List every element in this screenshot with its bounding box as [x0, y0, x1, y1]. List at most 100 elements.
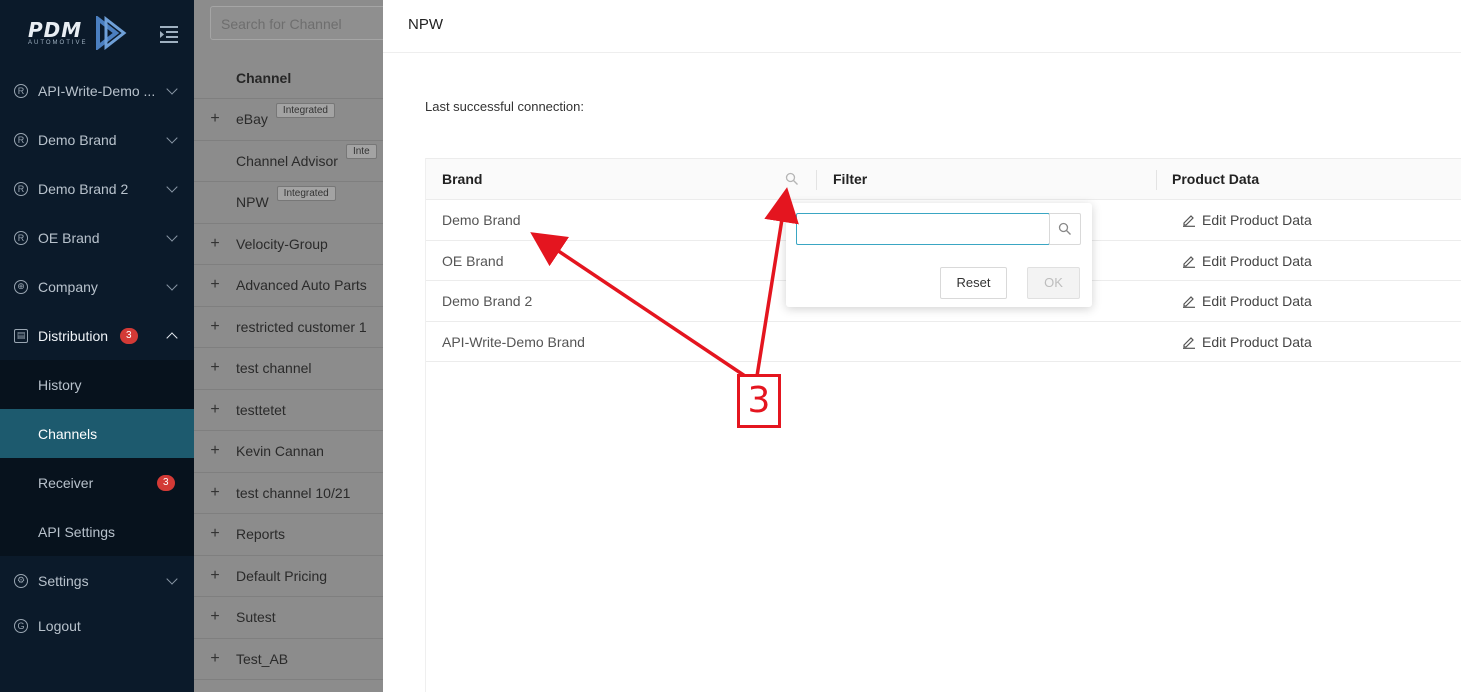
- edit-product-data-label: Edit Product Data: [1202, 293, 1312, 309]
- ok-button[interactable]: OK: [1027, 267, 1080, 299]
- edit-product-data-link[interactable]: Edit Product Data: [1182, 281, 1312, 321]
- channel-column-header: Channel: [194, 58, 383, 99]
- sidebar-subitem-api-settings[interactable]: API Settings: [0, 507, 194, 556]
- sidebar-item-oe-brand[interactable]: R OE Brand: [0, 213, 194, 262]
- expand-icon[interactable]: +: [194, 567, 236, 585]
- sidebar-item-company[interactable]: ⊕ Company: [0, 262, 194, 311]
- channel-row[interactable]: + test channel: [194, 348, 383, 390]
- channel-name: Channel Advisor: [236, 152, 338, 169]
- expand-icon[interactable]: +: [194, 318, 236, 336]
- expand-icon[interactable]: +: [194, 235, 236, 253]
- channel-list-panel: Search for Channel Channel + eBay Integrat…: [194, 0, 400, 692]
- edit-pencil-icon: [1183, 296, 1195, 308]
- sidebar-item-api-write-demo[interactable]: R API-Write-Demo ...: [0, 66, 194, 115]
- channel-row[interactable]: NPW Integrated: [194, 182, 383, 224]
- chevron-down-icon: [166, 573, 178, 585]
- expand-icon[interactable]: +: [194, 110, 236, 128]
- chevron-down-icon: [166, 181, 178, 193]
- logo: PDM AUTOMOTIVE: [28, 16, 128, 50]
- chevron-down-icon: [166, 230, 178, 242]
- channel-name: Reports: [236, 526, 286, 543]
- sidebar-subitem-label: Channels: [38, 425, 98, 442]
- brand-cell: Demo Brand: [442, 212, 521, 228]
- edit-product-data-link[interactable]: Edit Product Data: [1182, 200, 1312, 240]
- sidebar-item-logout[interactable]: G Logout: [0, 605, 194, 647]
- distribution-count-badge: 3: [120, 327, 138, 344]
- gear-icon: ⚙: [14, 573, 28, 588]
- channel-row[interactable]: + Default Pricing: [194, 556, 383, 597]
- globe-icon: ⊕: [14, 279, 28, 294]
- sidebar-item-label: Company: [38, 278, 98, 295]
- sidebar-item-distribution[interactable]: ▤ Distribution 3: [0, 311, 194, 360]
- brand-cell: Demo Brand 2: [442, 293, 533, 309]
- sidebar-subitem-receiver[interactable]: Receiver 3: [0, 458, 194, 507]
- sidebar-subitem-label: API Settings: [38, 523, 116, 540]
- channel-name: test channel: [236, 360, 312, 377]
- channel-row[interactable]: + eBay Integrated: [194, 99, 383, 141]
- sidebar-item-settings[interactable]: ⚙ Settings: [0, 556, 194, 605]
- expand-icon[interactable]: +: [194, 608, 236, 626]
- logo-arrow-icon: [95, 16, 127, 50]
- channel-row[interactable]: + test channel 10/21: [194, 473, 383, 514]
- edit-product-data-link[interactable]: Edit Product Data: [1182, 241, 1312, 281]
- channel-name: NPW: [236, 194, 269, 211]
- expand-icon[interactable]: +: [194, 276, 236, 294]
- sidebar-item-label: API-Write-Demo ...: [38, 82, 156, 99]
- logo-row: PDM AUTOMOTIVE: [0, 0, 194, 66]
- sidebar-item-label: Settings: [38, 572, 89, 589]
- column-divider: [1156, 170, 1157, 190]
- search-icon[interactable]: [785, 172, 799, 186]
- logo-text: PDM: [28, 17, 83, 42]
- brand-filter-input[interactable]: [796, 213, 1050, 245]
- channel-name: Velocity-Group: [236, 235, 328, 252]
- distribution-icon: ▤: [14, 328, 28, 343]
- channel-search-input[interactable]: Search for Channel: [210, 6, 400, 40]
- registered-icon: R: [14, 83, 28, 98]
- channel-row[interactable]: + Sutest: [194, 597, 383, 639]
- expand-icon[interactable]: +: [194, 650, 236, 668]
- sidebar-subitem-channels[interactable]: Channels: [0, 409, 194, 458]
- sidebar-item-demo-brand-2[interactable]: R Demo Brand 2: [0, 164, 194, 213]
- channel-row[interactable]: + testtetet: [194, 390, 383, 431]
- channel-name: Sutest: [236, 609, 276, 626]
- sidebar-item-demo-brand[interactable]: R Demo Brand: [0, 115, 194, 164]
- channel-name: Advanced Auto Parts: [236, 277, 367, 294]
- registered-icon: R: [14, 230, 28, 245]
- channel-name: Default Pricing: [236, 567, 328, 584]
- edit-product-data-link[interactable]: Edit Product Data: [1182, 322, 1312, 362]
- expand-icon[interactable]: +: [194, 401, 236, 419]
- channel-row[interactable]: + Reports: [194, 514, 383, 556]
- brand-cell: API-Write-Demo Brand: [442, 333, 585, 350]
- channel-name: test channel 10/21: [236, 484, 351, 501]
- column-header-product-data: Product Data: [1172, 171, 1260, 187]
- column-header-filter: Filter: [833, 171, 868, 187]
- filter-search-button[interactable]: [1049, 213, 1081, 245]
- channel-name: restricted customer 1: [236, 318, 367, 335]
- menu-collapse-icon[interactable]: [158, 24, 180, 44]
- sidebar-item-label: OE Brand: [38, 229, 100, 246]
- drawer-title: NPW: [383, 0, 1461, 53]
- expand-icon[interactable]: +: [194, 359, 236, 377]
- channel-name: Kevin Cannan: [236, 443, 324, 460]
- channel-row[interactable]: + Kevin Cannan: [194, 431, 383, 473]
- column-divider: [816, 170, 817, 190]
- chevron-up-icon: [166, 332, 178, 344]
- expand-icon[interactable]: +: [194, 525, 236, 543]
- channel-row[interactable]: + Velocity-Group: [194, 224, 383, 265]
- channel-row[interactable]: + restricted customer 1: [194, 307, 383, 348]
- reset-button[interactable]: Reset: [940, 267, 1007, 299]
- integrated-tag: Integrated: [275, 102, 335, 118]
- channel-row[interactable]: + Test_AB: [194, 639, 383, 680]
- edit-pencil-icon: [1183, 215, 1195, 227]
- channel-row[interactable]: + Advanced Auto Parts: [194, 265, 383, 307]
- channel-row[interactable]: Channel Advisor Inte: [194, 141, 383, 182]
- search-icon: [1058, 222, 1071, 235]
- expand-icon[interactable]: +: [194, 484, 236, 502]
- channel-detail-drawer: NPW Last successful connection: Brand Fi…: [383, 0, 1461, 692]
- sidebar-subitem-history[interactable]: History: [0, 360, 194, 409]
- channel-name: Test_AB: [236, 650, 289, 667]
- logout-icon: G: [14, 619, 28, 633]
- edit-product-data-label: Edit Product Data: [1202, 252, 1312, 269]
- expand-icon[interactable]: +: [194, 442, 236, 460]
- sidebar-item-label: Distribution: [38, 327, 109, 344]
